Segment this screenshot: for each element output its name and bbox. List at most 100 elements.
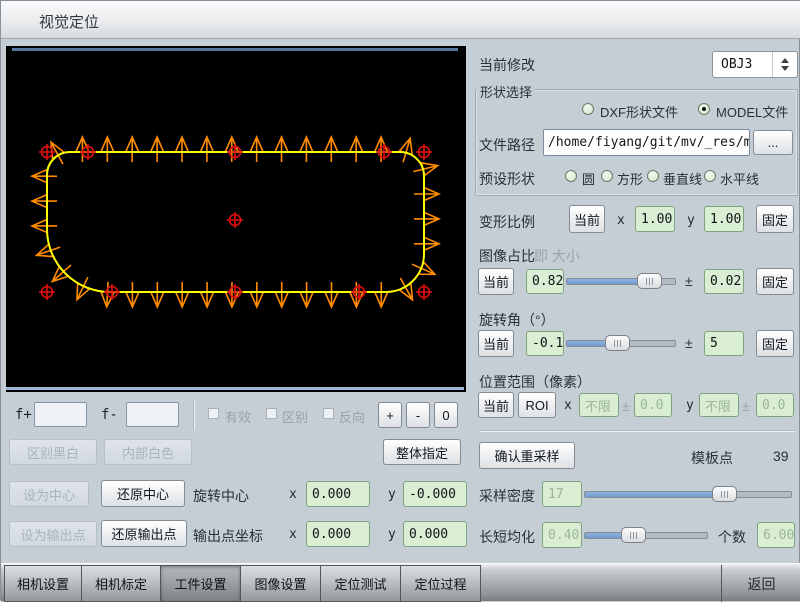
bottom-tab-bar: 相机设置 相机标定 工件设置 图像设置 定位测试 定位过程 返回	[1, 563, 800, 601]
f-plus-field[interactable]	[34, 402, 87, 427]
roi-button[interactable]: ROI	[518, 392, 556, 418]
rotation-tol-field[interactable]: 5	[704, 331, 744, 356]
preset-hline-radio[interactable]	[704, 170, 716, 182]
canvas-bottom-accent	[6, 387, 464, 390]
f-minus-field[interactable]	[126, 402, 179, 427]
rotation-fixed-button[interactable]: 固定	[756, 330, 794, 357]
output-y-field[interactable]: 0.000	[403, 521, 467, 547]
template-points-value: 39	[773, 448, 789, 464]
position-y-label: y	[686, 398, 694, 413]
deform-current-button[interactable]: 当前	[569, 205, 605, 233]
distinguish-bw-button: 区别黑白	[9, 439, 97, 465]
slider-handle[interactable]	[621, 527, 646, 543]
image-ratio-hint: 即 大小	[534, 246, 580, 266]
slider-handle[interactable]	[605, 335, 630, 351]
sample-density-slider[interactable]	[584, 486, 792, 502]
restore-center-button[interactable]: 还原中心	[101, 480, 185, 507]
slider-handle[interactable]	[712, 486, 737, 502]
image-ratio-tol-field[interactable]: 0.02	[704, 269, 744, 294]
image-ratio-value-field[interactable]: 0.82	[526, 269, 564, 294]
spinner-arrows-icon[interactable]	[773, 58, 797, 71]
slider-handle[interactable]	[637, 273, 662, 289]
position-x-tol-field: 0.0	[634, 393, 672, 417]
position-x-pm: ±	[622, 398, 630, 414]
preset-vline-radio[interactable]	[647, 170, 659, 182]
position-range-label: 位置范围（像素）	[479, 372, 591, 392]
output-y-label: y	[388, 527, 396, 542]
length-averaging-slider[interactable]	[584, 527, 708, 543]
preset-shape-label: 预设形状	[479, 169, 535, 189]
center-y-field[interactable]: -0.000	[403, 481, 467, 507]
set-center-button: 设为中心	[9, 481, 89, 507]
rotation-current-button[interactable]: 当前	[478, 330, 514, 357]
position-y-pm: ±	[742, 398, 750, 414]
controls-vertical-separator	[193, 400, 194, 430]
preset-circle-radio[interactable]	[565, 170, 577, 182]
preset-square-radio[interactable]	[601, 170, 613, 182]
rotation-center-label: 旋转中心	[193, 486, 249, 506]
preset-square-label: 方形	[617, 169, 643, 188]
count-field: 6.00	[757, 522, 795, 548]
preset-circle-label: 圆	[582, 169, 595, 188]
object-select[interactable]: OBJ3	[712, 51, 798, 78]
current-modify-label: 当前修改	[479, 55, 535, 75]
tab-camera-calibration[interactable]: 相机标定	[81, 565, 161, 602]
image-canvas[interactable]	[6, 46, 466, 392]
reverse-checkbox	[323, 408, 334, 419]
file-path-field[interactable]: /home/fiyang/git/mv/_res/m	[543, 129, 750, 156]
tab-positioning-process[interactable]: 定位过程	[400, 565, 481, 602]
image-ratio-fixed-button[interactable]: 固定	[756, 268, 794, 295]
rotation-value-field[interactable]: -0.1	[526, 331, 564, 356]
plus-button[interactable]: +	[378, 402, 402, 428]
restore-output-button[interactable]: 还原输出点	[101, 520, 187, 547]
rotation-pm: ±	[685, 335, 693, 351]
preset-vline-label: 垂直线	[663, 169, 702, 188]
zero-button[interactable]: 0	[434, 402, 458, 428]
deform-x-field[interactable]: 1.00	[635, 206, 675, 232]
valid-checkbox	[208, 408, 219, 419]
image-ratio-slider[interactable]	[566, 273, 676, 289]
right-panel-separator	[479, 431, 795, 432]
center-x-field[interactable]: 0.000	[306, 481, 370, 507]
object-select-value: OBJ3	[713, 57, 772, 72]
tab-image-settings[interactable]: 图像设置	[240, 565, 321, 602]
output-x-field[interactable]: 0.000	[306, 521, 370, 547]
whole-designate-button[interactable]: 整体指定	[383, 439, 461, 465]
center-x-label: x	[289, 487, 297, 502]
image-ratio-current-button[interactable]: 当前	[478, 268, 514, 295]
position-x-label: x	[564, 398, 572, 413]
deform-y-field[interactable]: 1.00	[704, 206, 744, 232]
reverse-checkbox-label: 反向	[339, 407, 365, 426]
file-path-label: 文件路径	[479, 135, 535, 155]
valid-checkbox-label: 有效	[225, 407, 251, 426]
sample-density-label: 采样密度	[479, 486, 535, 506]
dxf-file-radio[interactable]	[582, 103, 594, 115]
back-button[interactable]: 返回	[721, 565, 800, 602]
model-file-radio[interactable]	[698, 103, 710, 115]
position-current-button[interactable]: 当前	[478, 392, 514, 418]
length-averaging-field: 0.40	[542, 522, 582, 548]
output-coord-label: 输出点坐标	[193, 526, 263, 546]
count-label: 个数	[718, 527, 746, 547]
deform-fixed-button[interactable]: 固定	[756, 205, 794, 233]
sample-density-field: 17	[542, 481, 582, 507]
tab-camera-settings[interactable]: 相机设置	[4, 565, 82, 602]
center-y-label: y	[388, 487, 396, 502]
inner-white-button: 内部白色	[104, 439, 192, 465]
shape-select-group-title: 形状选择	[477, 82, 535, 101]
browse-button[interactable]: ...	[753, 130, 793, 155]
distinguish-checkbox-label: 区别	[282, 407, 308, 426]
deform-x-label: x	[617, 213, 625, 228]
preset-hline-label: 水平线	[720, 169, 759, 188]
template-points-label: 模板点	[691, 448, 733, 468]
f-minus-label: f-	[101, 407, 118, 423]
title-bar: 视觉定位	[1, 1, 800, 39]
confirm-resample-button[interactable]: 确认重采样	[479, 442, 575, 469]
minus-button[interactable]: -	[406, 402, 430, 428]
rotation-slider[interactable]	[566, 335, 676, 351]
deform-y-label: y	[687, 213, 695, 228]
tab-workpiece-settings[interactable]: 工件设置	[160, 565, 241, 602]
tab-positioning-test[interactable]: 定位测试	[320, 565, 401, 602]
window-title: 视觉定位	[39, 11, 99, 32]
output-x-label: x	[289, 527, 297, 542]
